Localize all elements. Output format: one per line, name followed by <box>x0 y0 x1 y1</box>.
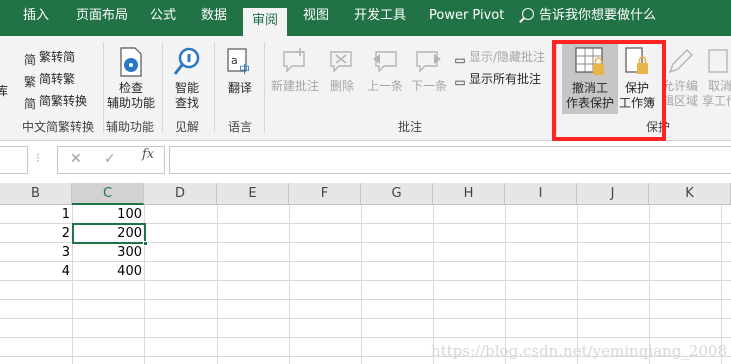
group-separator <box>214 42 215 132</box>
worksheet-grid[interactable]: B C D E F G H I J K 1 100 2 200 3 300 4 <box>0 183 731 364</box>
cancel-icon[interactable]: ✕ <box>70 151 82 167</box>
cell-b4[interactable]: 4 <box>0 262 72 281</box>
delete-comment-button[interactable]: 删除 <box>326 48 358 94</box>
smart-lookup-button[interactable]: 智能 查找 <box>166 46 208 111</box>
tab-power-pivot[interactable]: Power Pivot <box>429 0 504 36</box>
to-traditional-button[interactable]: 繁简转繁 <box>22 68 75 90</box>
grid-line <box>361 205 362 364</box>
column-header-g[interactable]: G <box>361 183 433 205</box>
accessibility-check-icon <box>120 47 142 77</box>
column-header-k[interactable]: K <box>649 183 731 205</box>
protect-workbook-icon <box>625 47 648 74</box>
cell-b1[interactable]: 1 <box>0 205 72 224</box>
insert-function-icon[interactable]: fx <box>142 147 154 162</box>
previous-comment-icon <box>373 51 397 73</box>
grid-line <box>505 205 506 364</box>
tab-review[interactable]: 审阅 <box>243 8 288 36</box>
formula-bar-grip[interactable]: ⁝ <box>36 151 40 165</box>
new-comment-button[interactable]: 新建批注 <box>268 48 322 94</box>
cell-b3[interactable]: 3 <box>0 243 72 262</box>
cell-c3[interactable]: 300 <box>72 243 144 262</box>
formula-bar: ⁝ ✕ ✓ fx <box>0 141 731 183</box>
translate-button[interactable]: a 中 翻译 <box>220 46 260 96</box>
unshare-workbook-icon <box>708 49 728 73</box>
watermark: https://blog.csdn.net/yeminqiang_2008 <box>430 342 727 360</box>
delete-comment-icon <box>330 51 352 73</box>
ribbon-tabs: 插入 页面布局 公式 数据 审阅 视图 开发工具 Power Pivot 告诉我… <box>0 0 731 36</box>
cell-c4[interactable]: 400 <box>72 262 144 281</box>
column-header-i[interactable]: I <box>505 183 577 205</box>
group-separator <box>103 42 104 132</box>
convert-icon: 简 <box>23 97 36 111</box>
tab-developer[interactable]: 开发工具 <box>354 0 406 36</box>
grid-line <box>289 205 290 364</box>
grid-row <box>0 319 731 338</box>
group-separator <box>264 42 265 132</box>
grid-row <box>0 300 731 319</box>
grid-row <box>0 281 731 300</box>
column-header-d[interactable]: D <box>144 183 217 205</box>
new-comment-icon <box>283 48 305 73</box>
show-hide-comment-button[interactable]: ▭ 显示/隐藏批注 <box>452 46 545 68</box>
group-label-chinese-convert: 中文简繁转换 <box>22 120 95 134</box>
column-header-e[interactable]: E <box>217 183 289 205</box>
group-separator <box>556 42 557 132</box>
tab-page-layout[interactable]: 页面布局 <box>76 0 128 36</box>
tab-insert[interactable]: 插入 <box>23 0 49 36</box>
simplified-to-traditional-icon: 繁 <box>23 75 36 89</box>
column-header-h[interactable]: H <box>433 183 505 205</box>
grid-line <box>577 205 578 364</box>
column-header-j[interactable]: J <box>577 183 649 205</box>
fill-handle[interactable] <box>143 241 148 246</box>
group-label-accessibility: 辅助功能 <box>106 120 155 134</box>
group-label-language: 语言 <box>228 120 253 134</box>
tab-data[interactable]: 数据 <box>201 0 227 36</box>
enter-icon[interactable]: ✓ <box>104 151 116 167</box>
group-separator <box>162 42 163 132</box>
next-comment-icon <box>416 51 441 73</box>
unshare-workbook-button[interactable]: 取消 享工作 <box>702 48 731 109</box>
excel-window: 插入 页面布局 公式 数据 审阅 视图 开发工具 Power Pivot 告诉我… <box>0 0 731 364</box>
grid-line <box>217 205 218 364</box>
tell-me-search[interactable]: 告诉我你想要做什么 <box>522 0 656 36</box>
column-header-c[interactable]: C <box>72 183 144 205</box>
name-box[interactable] <box>0 146 28 174</box>
grid-line <box>721 205 722 364</box>
smart-lookup-icon <box>173 47 200 75</box>
to-simplified-button[interactable]: 简繁转简 <box>22 46 75 68</box>
show-all-comments-icon: ▭ <box>454 75 466 89</box>
show-hide-comment-icon: ▭ <box>454 53 466 67</box>
unprotect-sheet-button[interactable]: 撤消工 作表保护 <box>562 44 618 114</box>
column-header-b[interactable]: B <box>0 183 72 205</box>
svg-text:a: a <box>231 54 238 67</box>
active-cell-border <box>72 223 146 244</box>
grid-line <box>433 205 434 364</box>
ribbon-review: 库 简繁转简 繁简转繁 简简繁转换 中文简繁转换 检查 辅助功能 辅助功能 智能… <box>0 36 731 141</box>
tab-view[interactable]: 视图 <box>303 0 329 36</box>
cut-off-button[interactable]: 库 <box>0 80 8 102</box>
group-label-protect: 保护 <box>646 120 671 134</box>
column-header-f[interactable]: F <box>289 183 361 205</box>
group-label-comments: 批注 <box>398 120 423 134</box>
cell-c1[interactable]: 100 <box>72 205 144 224</box>
allow-edit-ranges-icon <box>668 49 693 74</box>
cell-b2[interactable]: 2 <box>0 224 72 243</box>
search-icon <box>522 8 534 20</box>
next-comment-button[interactable]: 下一条 <box>408 48 450 94</box>
traditional-to-simplified-icon: 简 <box>23 53 36 67</box>
show-all-comments-button[interactable]: ▭ 显示所有批注 <box>452 68 541 90</box>
allow-edit-ranges-button[interactable]: 允许编 辑区域 <box>660 48 700 109</box>
unprotect-sheet-icon <box>575 47 604 75</box>
previous-comment-button[interactable]: 上一条 <box>364 48 406 94</box>
tell-me-label: 告诉我你想要做什么 <box>539 8 657 23</box>
grid-line <box>649 205 650 364</box>
svg-text:中: 中 <box>239 63 250 76</box>
chinese-convert-button[interactable]: 简简繁转换 <box>22 90 87 112</box>
tab-formulas[interactable]: 公式 <box>150 0 176 36</box>
group-label-insights: 见解 <box>175 120 200 134</box>
protect-workbook-button[interactable]: 保护 工作簿 <box>618 46 656 111</box>
check-accessibility-button[interactable]: 检查 辅助功能 <box>106 46 156 111</box>
translate-icon: a 中 <box>227 48 250 76</box>
formula-input[interactable] <box>169 146 731 174</box>
